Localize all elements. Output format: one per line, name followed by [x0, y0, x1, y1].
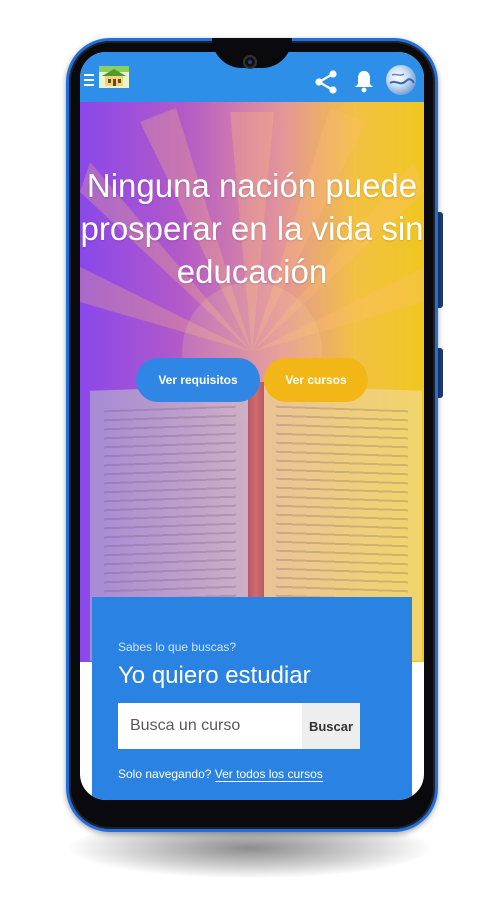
hero-headline: Ninguna nación puede prosperar en la vid… — [80, 167, 424, 290]
all-courses-link[interactable]: Ver todos los cursos — [214, 767, 323, 782]
search-hint: Sabes lo que buscas? — [118, 640, 237, 654]
search-button[interactable]: Buscar — [302, 703, 360, 749]
phone-volume-button — [438, 212, 443, 308]
view-courses-button[interactable]: Ver cursos — [264, 358, 368, 402]
search-title: Yo quiero estudiar — [118, 662, 311, 689]
school-logo-icon[interactable] — [99, 66, 129, 88]
bell-icon[interactable] — [352, 69, 376, 93]
share-icon[interactable] — [312, 68, 340, 96]
menu-icon[interactable] — [84, 74, 94, 86]
phone-power-button — [438, 348, 443, 398]
front-camera-icon — [243, 55, 257, 69]
view-requirements-button[interactable]: Ver requisitos — [136, 358, 260, 402]
browse-line: Solo navegando? Ver todos los cursos — [118, 767, 323, 782]
browse-prefix: Solo navegando? — [118, 767, 212, 781]
avatar[interactable] — [386, 65, 416, 95]
phone-screen: Ninguna nación puede prosperar en la vid… — [80, 52, 424, 800]
course-search-input[interactable] — [118, 703, 302, 749]
